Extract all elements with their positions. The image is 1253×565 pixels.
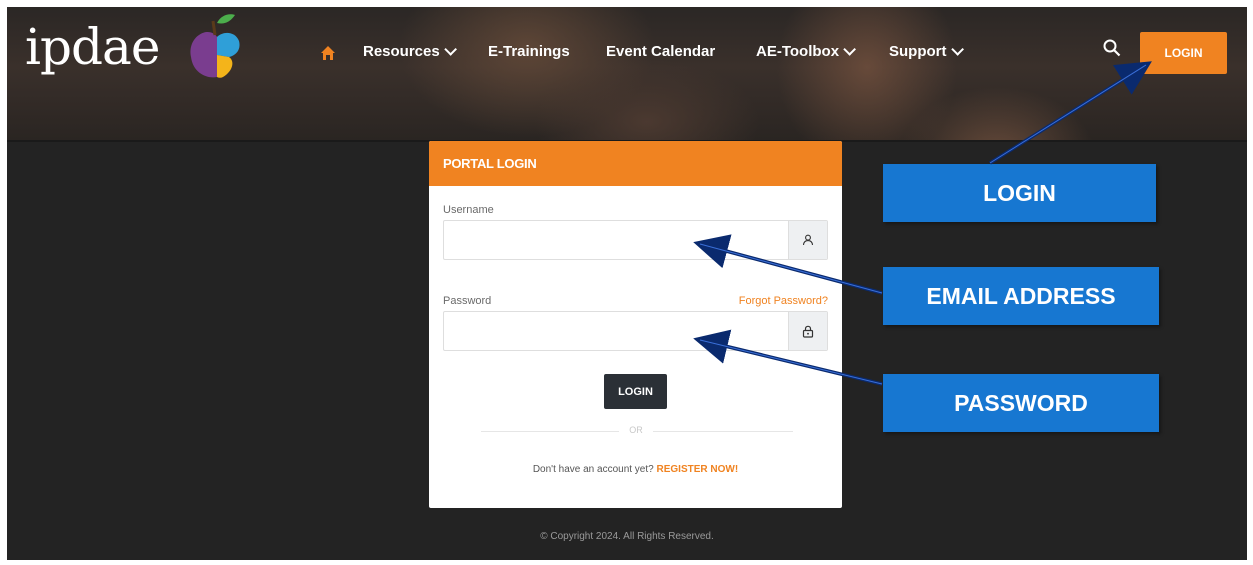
- portal-login-card: PORTAL LOGIN Username Password Forgot Pa…: [429, 141, 842, 508]
- register-prompt: Don't have an account yet? REGISTER NOW!: [429, 464, 842, 475]
- home-icon[interactable]: [320, 45, 336, 61]
- username-field-group: [443, 220, 828, 260]
- username-input[interactable]: [444, 221, 789, 259]
- nav-item-ae-toolbox[interactable]: AE-Toolbox: [756, 43, 857, 60]
- divider-right: [653, 431, 793, 432]
- header-login-button[interactable]: LOGIN: [1140, 32, 1227, 74]
- password-input[interactable]: [444, 312, 789, 350]
- copyright-text: © Copyright 2024. All Rights Reserved.: [540, 531, 714, 542]
- nav-item-e-trainings[interactable]: E-Trainings: [488, 43, 570, 60]
- callout-password: PASSWORD: [883, 374, 1159, 432]
- nav-item-label: AE-Toolbox: [756, 43, 840, 60]
- password-addon: [788, 312, 827, 350]
- lock-icon: [802, 325, 814, 338]
- nav-item-label: E-Trainings: [488, 43, 570, 60]
- callout-login: LOGIN: [883, 164, 1156, 222]
- portal-login-button[interactable]: LOGIN: [604, 374, 667, 409]
- no-account-text: Don't have an account yet?: [532, 464, 654, 475]
- nav-item-resources[interactable]: Resources: [363, 43, 457, 60]
- nav-item-label: Resources: [363, 43, 440, 60]
- user-icon: [802, 234, 814, 246]
- chevron-down-icon: [843, 43, 857, 56]
- username-label: Username: [443, 204, 494, 216]
- nav-item-support[interactable]: Support: [889, 43, 964, 60]
- chevron-down-icon: [950, 43, 964, 56]
- forgot-password-link[interactable]: Forgot Password?: [739, 295, 828, 307]
- nav-item-label: Support: [889, 43, 947, 60]
- callout-email-address: EMAIL ADDRESS: [883, 267, 1159, 325]
- portal-login-title: PORTAL LOGIN: [429, 141, 842, 186]
- nav-item-label: Event Calendar: [606, 43, 716, 60]
- nav-item-event-calendar[interactable]: Event Calendar: [606, 43, 715, 60]
- logo-text: ipdae: [25, 18, 160, 76]
- or-separator: OR: [629, 425, 643, 435]
- site-header: ipdae Resources E-Trainings Event Calend…: [7, 7, 1247, 140]
- chevron-down-icon: [443, 43, 457, 56]
- username-addon: [788, 221, 827, 259]
- register-now-link[interactable]: REGISTER NOW!: [657, 464, 739, 475]
- apple-logo-icon: [190, 14, 240, 78]
- search-icon[interactable]: [1103, 39, 1121, 57]
- divider-left: [481, 431, 619, 432]
- password-label: Password: [443, 295, 492, 307]
- password-field-group: [443, 311, 828, 351]
